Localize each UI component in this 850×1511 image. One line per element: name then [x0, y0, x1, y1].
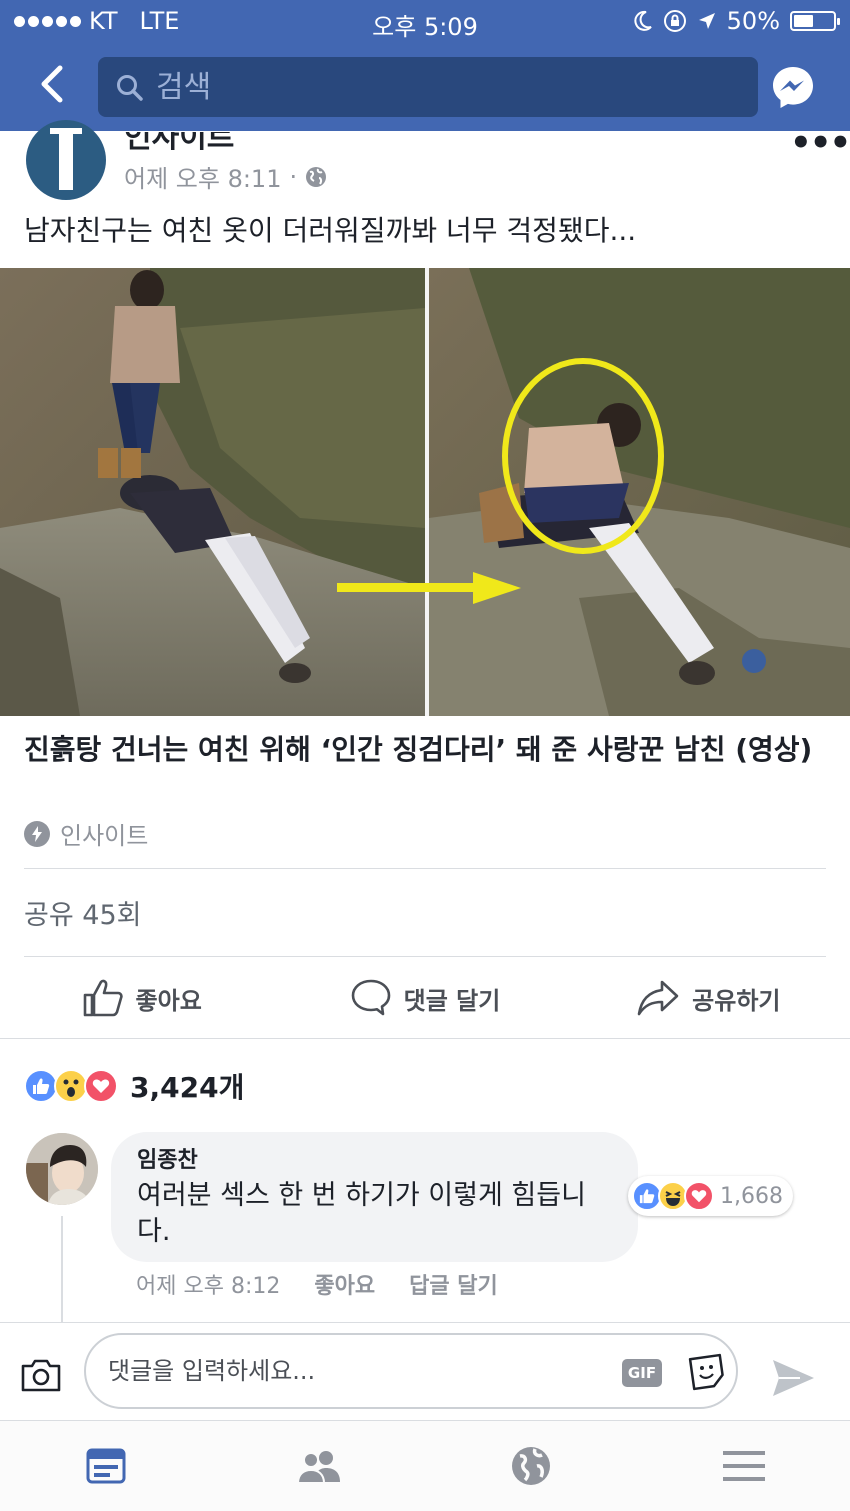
reactions-summary[interactable]: 3,424개 — [24, 1066, 244, 1106]
gif-button[interactable]: GIF — [622, 1359, 662, 1387]
more-options-icon[interactable]: ••• — [790, 123, 850, 163]
battery-icon — [790, 11, 840, 31]
status-right: 50% — [633, 7, 840, 35]
comment-button[interactable]: 댓글 달기 — [283, 958, 566, 1038]
search-input[interactable] — [156, 65, 736, 109]
comment-text: 여러분 섹스 한 번 하기가 이렇게 힘듭니다. — [137, 1180, 586, 1247]
like-reaction-icon — [24, 1069, 58, 1103]
top-bar: KT LTE 오후 5:09 50% — [0, 0, 850, 131]
link-source-name: 인사이트 — [60, 822, 149, 850]
divider-line — [24, 956, 826, 957]
back-icon[interactable] — [30, 62, 74, 106]
search-icon — [117, 75, 143, 101]
comment-composer: GIF — [0, 1322, 850, 1420]
comment-reply-link[interactable]: 답글 달기 — [409, 1268, 498, 1300]
tab-bar — [0, 1420, 850, 1511]
share-label: 공유하기 — [692, 986, 781, 1015]
comment-like-link[interactable]: 좋아요 — [314, 1268, 375, 1300]
photo-scene-right — [429, 268, 850, 716]
action-bar: 좋아요 댓글 달기 공유하기 — [0, 958, 850, 1038]
comment-input-box[interactable]: GIF — [84, 1333, 738, 1409]
share-count[interactable]: 공유 45회 — [24, 893, 141, 932]
link-title[interactable]: 진흙탕 건너는 여친 위해 ‘인간 징검다리’ 돼 준 사랑꾼 남친 (영상) — [24, 730, 824, 770]
annotation-arrow — [337, 572, 521, 604]
messenger-icon[interactable] — [770, 64, 816, 110]
location-icon — [698, 13, 715, 29]
like-button[interactable]: 좋아요 — [0, 958, 283, 1038]
image-right-panel — [429, 268, 850, 716]
photo-scene-left — [0, 268, 425, 716]
comment-reaction-count: 1,668 — [720, 1183, 783, 1209]
globe-icon — [306, 166, 327, 187]
love-reaction-icon — [684, 1181, 714, 1211]
share-arrow-icon — [637, 980, 679, 1016]
rotation-lock-icon — [663, 10, 686, 32]
comment-author[interactable]: 임종찬 — [137, 1142, 612, 1174]
post-time[interactable]: 어제 오후 8:11 — [124, 159, 281, 194]
comment-reactions[interactable]: 1,668 — [628, 1176, 793, 1216]
moon-icon — [634, 10, 652, 31]
instant-article-icon — [24, 820, 50, 847]
comment-meta: 어제 오후 8:12 좋아요 답글 달기 — [136, 1268, 498, 1300]
send-icon[interactable] — [770, 1357, 816, 1399]
post-text: 남자친구는 여친 옷이 더러워질까봐 너무 걱정됐다... — [24, 214, 637, 247]
battery-label: 50% — [726, 7, 780, 35]
wow-reaction-icon — [54, 1069, 88, 1103]
tab-friends[interactable] — [213, 1421, 426, 1511]
post-meta: 어제 오후 8:11 · — [124, 159, 327, 194]
menu-icon — [722, 1451, 765, 1481]
comment-time: 어제 오후 8:12 — [136, 1274, 281, 1299]
meta-separator: · — [289, 162, 298, 191]
love-reaction-icon — [84, 1069, 118, 1103]
comment-input[interactable] — [108, 1351, 608, 1391]
tab-menu[interactable] — [638, 1421, 850, 1511]
comment-label: 댓글 달기 — [403, 986, 501, 1015]
tab-notifications[interactable] — [425, 1421, 638, 1511]
commenter-avatar[interactable] — [26, 1133, 98, 1205]
reaction-count: 3,424개 — [130, 1071, 245, 1104]
post-image[interactable] — [0, 268, 850, 716]
share-button[interactable]: 공유하기 — [567, 958, 850, 1038]
image-left-panel — [0, 268, 425, 716]
sticker-icon[interactable] — [686, 1351, 728, 1393]
globe-icon — [512, 1447, 551, 1485]
tab-news-feed[interactable] — [0, 1421, 213, 1511]
link-source: 인사이트 — [24, 816, 148, 851]
friends-icon — [296, 1451, 340, 1484]
divider-line — [24, 868, 826, 869]
comment-bubble-icon — [351, 979, 390, 1016]
comment-thread-line — [61, 1216, 63, 1322]
page-avatar[interactable] — [26, 120, 106, 200]
thumbs-up-icon — [83, 979, 123, 1017]
status-bar: KT LTE 오후 5:09 50% — [0, 0, 850, 42]
like-label: 좋아요 — [135, 986, 202, 1015]
search-bar[interactable] — [98, 57, 758, 117]
news-feed-icon — [86, 1448, 126, 1484]
camera-icon[interactable] — [20, 1357, 62, 1393]
divider-line — [0, 1038, 850, 1039]
comment-bubble[interactable]: 임종찬 여러분 섹스 한 번 하기가 이렇게 힘듭니다. — [111, 1132, 638, 1262]
